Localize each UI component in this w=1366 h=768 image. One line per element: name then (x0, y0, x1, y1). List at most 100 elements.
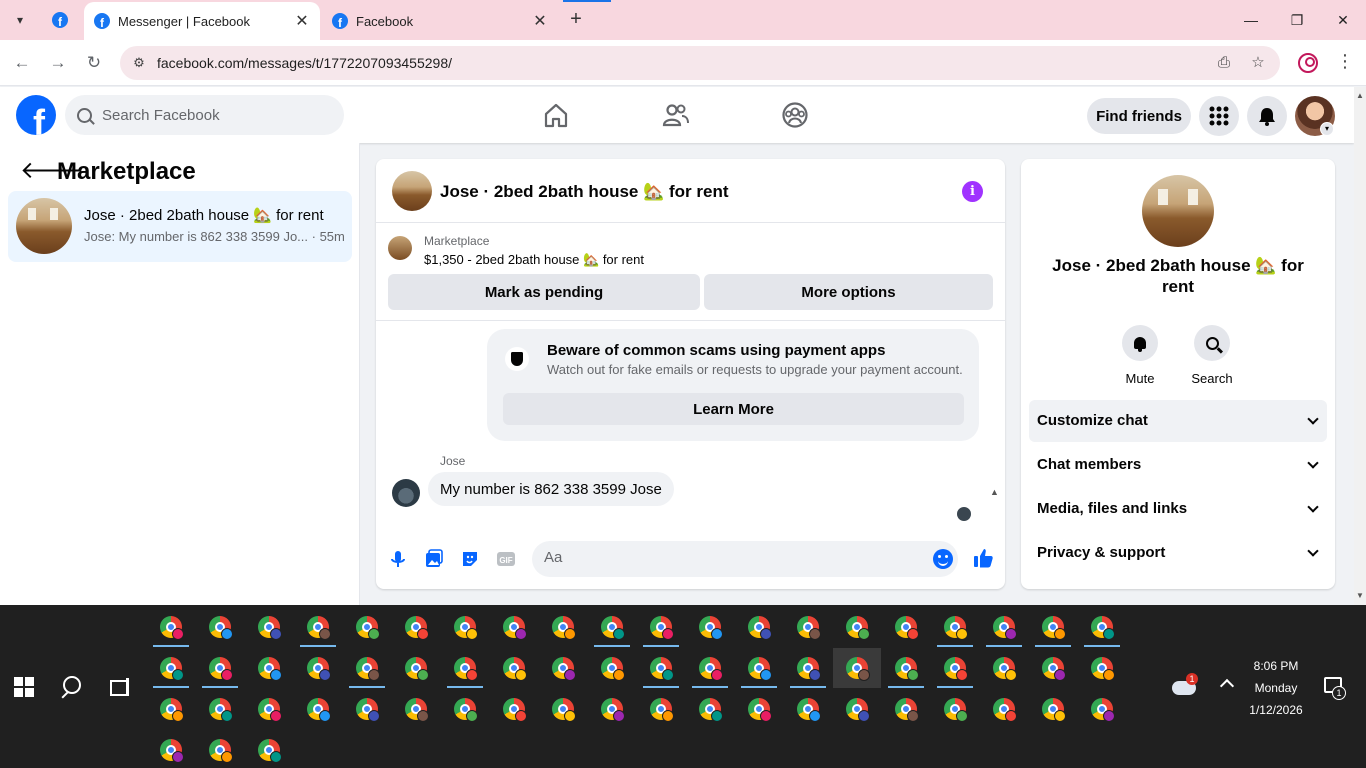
chrome-taskbar-icon[interactable] (931, 689, 979, 729)
chrome-taskbar-icon[interactable] (441, 689, 489, 729)
chrome-taskbar-icon[interactable] (441, 648, 489, 688)
close-tab-icon[interactable]: ✕ (292, 11, 312, 31)
mark-pending-button[interactable]: Mark as pending (388, 274, 700, 310)
section-privacy-support[interactable]: Privacy & support (1029, 532, 1327, 574)
message-bubble[interactable]: My number is 862 338 3599 Jose (428, 472, 674, 506)
chrome-taskbar-icon[interactable] (686, 648, 734, 688)
menu-grid-button[interactable] (1199, 96, 1239, 136)
new-tab-button[interactable]: + (566, 8, 586, 32)
site-info-icon[interactable]: ⚙ (130, 54, 148, 72)
facebook-search[interactable] (65, 95, 344, 135)
chrome-taskbar-icon[interactable] (245, 730, 293, 768)
chrome-taskbar-icon[interactable] (196, 730, 244, 768)
chrome-taskbar-icon[interactable] (490, 689, 538, 729)
section-customize-chat[interactable]: Customize chat (1029, 400, 1327, 442)
mute-button[interactable] (1122, 325, 1158, 361)
tab-messenger[interactable]: f Messenger | Facebook ✕ (84, 2, 320, 40)
chrome-taskbar-icon[interactable] (147, 648, 195, 688)
chrome-taskbar-icon[interactable] (196, 607, 244, 647)
chrome-taskbar-icon[interactable] (1078, 648, 1126, 688)
emoji-icon[interactable] (933, 549, 953, 569)
chrome-taskbar-icon[interactable] (539, 607, 587, 647)
chrome-taskbar-icon[interactable] (392, 648, 440, 688)
tab-facebook[interactable]: f Facebook ✕ (322, 2, 558, 40)
chrome-taskbar-icon[interactable] (490, 607, 538, 647)
chrome-taskbar-icon[interactable] (245, 607, 293, 647)
chrome-taskbar-icon[interactable] (343, 689, 391, 729)
chrome-taskbar-icon[interactable] (686, 689, 734, 729)
chrome-taskbar-icon[interactable] (931, 607, 979, 647)
chrome-taskbar-icon[interactable] (1029, 689, 1077, 729)
scroll-down-icon[interactable]: ▼ (1356, 591, 1364, 600)
search-button[interactable] (1194, 325, 1230, 361)
chrome-taskbar-icon[interactable] (686, 607, 734, 647)
chrome-taskbar-icon[interactable] (1078, 689, 1126, 729)
install-app-icon[interactable]: ⎙ (1214, 53, 1234, 73)
chrome-taskbar-icon[interactable] (882, 648, 930, 688)
chat-title[interactable]: Jose · 2bed 2bath house 🏡 for rent (440, 182, 729, 202)
chrome-taskbar-icon[interactable] (882, 689, 930, 729)
chrome-taskbar-icon[interactable] (735, 648, 783, 688)
chrome-taskbar-icon[interactable] (147, 689, 195, 729)
facebook-logo-icon[interactable]: f (16, 95, 56, 135)
friends-icon[interactable] (662, 101, 690, 129)
address-bar[interactable]: ⚙ facebook.com/messages/t/17722070934552… (120, 46, 1280, 80)
chevron-down-icon[interactable]: ▾ (1320, 122, 1334, 136)
chrome-taskbar-icon[interactable] (980, 607, 1028, 647)
page-scrollbar[interactable]: ▲ ▼ (1354, 87, 1366, 605)
chrome-taskbar-icon[interactable] (833, 607, 881, 647)
listing-photo[interactable] (1142, 175, 1214, 247)
chrome-taskbar-icon[interactable] (784, 607, 832, 647)
search-icon[interactable] (61, 675, 85, 699)
chrome-taskbar-icon[interactable] (245, 648, 293, 688)
chrome-taskbar-icon[interactable] (833, 689, 881, 729)
restore-button[interactable]: ❐ (1277, 8, 1317, 32)
notifications-button[interactable] (1247, 96, 1287, 136)
windows-start-icon[interactable] (14, 677, 34, 697)
gif-icon[interactable]: GIF (496, 549, 516, 569)
chrome-taskbar-icon[interactable] (735, 689, 783, 729)
chrome-taskbar-icon[interactable] (196, 648, 244, 688)
message-input-container[interactable] (532, 541, 958, 577)
profile-icon[interactable] (1298, 53, 1318, 73)
close-window-button[interactable]: ✕ (1323, 8, 1363, 32)
microphone-icon[interactable] (388, 549, 408, 569)
browser-menu-icon[interactable]: ⋮ (1336, 51, 1354, 72)
chrome-taskbar-icon[interactable] (637, 607, 685, 647)
chrome-taskbar-icon[interactable] (735, 607, 783, 647)
chrome-taskbar-icon[interactable] (539, 648, 587, 688)
chrome-taskbar-icon[interactable] (882, 607, 930, 647)
chrome-taskbar-icon[interactable] (294, 648, 342, 688)
listing-thumbnail[interactable] (388, 236, 412, 260)
chrome-taskbar-icon[interactable] (245, 689, 293, 729)
mute-action[interactable]: Mute (1110, 325, 1170, 386)
listing-description[interactable]: $1,350 - 2bed 2bath house 🏡 for rent (424, 252, 644, 268)
chrome-taskbar-icon[interactable] (1029, 648, 1077, 688)
chrome-taskbar-icon[interactable] (637, 689, 685, 729)
scroll-up-icon[interactable]: ▲ (1356, 91, 1364, 100)
back-icon[interactable]: ← (10, 51, 34, 75)
chrome-taskbar-icon[interactable] (343, 648, 391, 688)
search-action[interactable]: Search (1182, 325, 1242, 386)
chrome-taskbar-icon[interactable] (784, 689, 832, 729)
sticker-icon[interactable] (460, 549, 480, 569)
chrome-taskbar-icon[interactable] (392, 689, 440, 729)
chat-thumbnail[interactable] (392, 171, 432, 211)
groups-icon[interactable] (781, 101, 809, 129)
chrome-taskbar-icon[interactable] (588, 648, 636, 688)
chrome-taskbar-icon[interactable] (343, 607, 391, 647)
chrome-taskbar-icon[interactable] (833, 648, 881, 688)
bookmark-star-icon[interactable]: ☆ (1248, 53, 1268, 73)
chrome-taskbar-icon[interactable] (441, 607, 489, 647)
photo-icon[interactable] (424, 549, 444, 569)
system-clock[interactable]: 8:06 PM Monday 1/12/2026 (1240, 655, 1312, 721)
home-icon[interactable] (542, 101, 570, 129)
chrome-taskbar-icon[interactable] (931, 648, 979, 688)
thumbs-up-icon[interactable] (972, 547, 994, 569)
task-view-icon[interactable] (110, 678, 130, 696)
more-options-button[interactable]: More options (704, 274, 993, 310)
weather-icon[interactable] (1172, 673, 1198, 699)
search-input[interactable] (102, 106, 322, 124)
chrome-taskbar-icon[interactable] (784, 648, 832, 688)
chrome-taskbar-icon[interactable] (1029, 607, 1077, 647)
